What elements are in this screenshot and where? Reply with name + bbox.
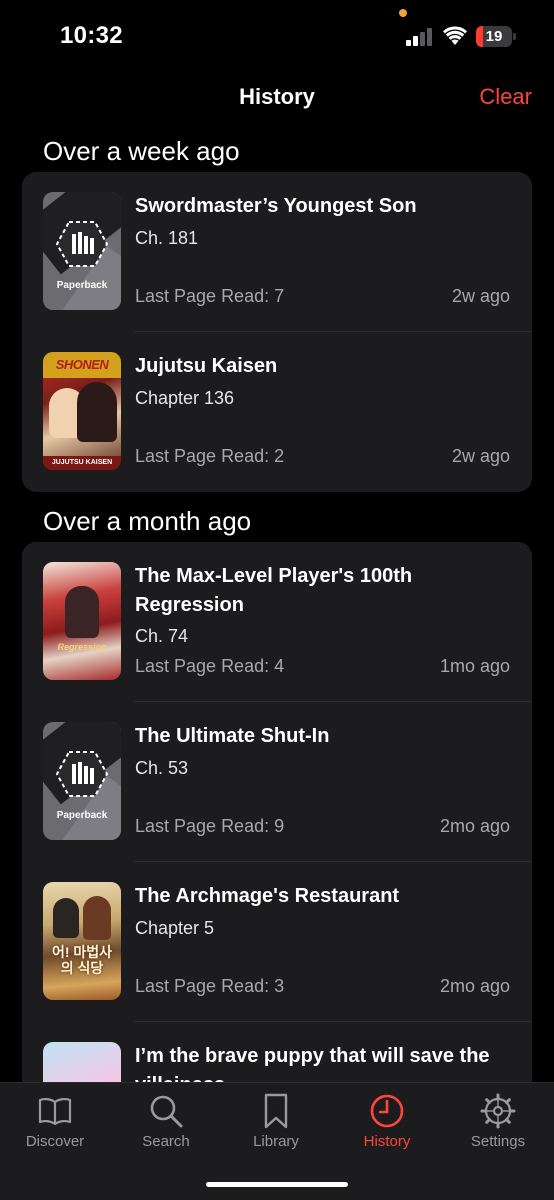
paperback-placeholder-cover: Paperback [43,722,121,840]
history-card-week: Paperback Swordmaster’s Youngest Son Ch.… [22,172,532,492]
history-item[interactable]: Paperback The Ultimate Shut-In Ch. 53 La… [22,702,532,862]
history-card-month: Regression The Max-Level Player's 100th … [22,542,532,1102]
battery-icon: 19 [476,26,516,47]
status-bar: 10:32 19 [0,0,554,70]
tab-label: Discover [25,1133,85,1150]
tab-label: Library [253,1133,299,1150]
chapter-label: Ch. 74 [135,626,189,646]
tab-search[interactable]: Search [111,1083,221,1163]
chapter-label: Chapter 136 [135,388,235,408]
history-item[interactable]: 어! 마법사의 식당 The Archmage's Restaurant Cha… [22,862,532,1022]
status-time: 10:32 [60,22,123,49]
battery-level: 19 [485,28,503,45]
section-header-week: Over a week ago [43,136,240,166]
tab-label: Settings [470,1133,526,1150]
last-page-read: Last Page Read: 7 [135,286,285,306]
paperback-placeholder-cover: Paperback [43,192,121,310]
clock-icon [370,1094,404,1128]
manga-title: The Archmage's Restaurant [135,885,400,907]
paperback-logo-icon [56,221,108,267]
tab-settings[interactable]: Settings [443,1083,553,1163]
time-ago: 2mo ago [439,976,510,996]
cover-title-text: 어! 마법사의 식당 [51,944,113,976]
time-ago: 2mo ago [439,816,510,836]
history-item[interactable]: SHONEN JUJUTSU KAISEN Jujutsu Kaisen Cha… [22,332,532,492]
max-level-player-cover: Regression [43,562,121,680]
home-indicator[interactable] [206,1182,348,1187]
privacy-indicator-dot [399,9,407,17]
clear-button[interactable]: Clear [479,84,532,110]
tab-history[interactable]: History [332,1083,442,1163]
manga-title: Swordmaster’s Youngest Son [135,195,417,217]
history-item[interactable]: Regression The Max-Level Player's 100th … [22,542,532,702]
book-open-icon [38,1097,72,1126]
wifi-icon [443,26,467,45]
gear-icon [480,1093,516,1129]
jujutsu-kaisen-cover: SHONEN JUJUTSU KAISEN [43,352,121,470]
last-page-read: Last Page Read: 9 [135,816,285,836]
tab-label: History [363,1133,411,1150]
chapter-label: Chapter 5 [135,918,215,938]
tab-discover[interactable]: Discover [0,1083,110,1163]
manga-title: The Max-Level Player's 100th Regression [135,565,413,616]
placeholder-label: Paperback [56,810,108,821]
time-ago: 2w ago [451,446,510,466]
paperback-logo-icon [56,751,108,797]
tab-label: Search [142,1133,190,1150]
cover-bottom-text: JUJUTSU KAISEN [43,456,121,470]
manga-title: The Ultimate Shut-In [135,725,330,747]
time-ago: 1mo ago [439,656,510,676]
last-page-read: Last Page Read: 3 [135,976,285,996]
history-item[interactable]: Paperback Swordmaster’s Youngest Son Ch.… [22,172,532,332]
section-header-month: Over a month ago [43,506,252,536]
manga-title: Jujutsu Kaisen [135,355,278,377]
archmage-restaurant-cover: 어! 마법사의 식당 [43,882,121,1000]
signal-icon [406,28,434,46]
last-page-read: Last Page Read: 4 [135,656,285,676]
cover-top-text: SHONEN [43,352,121,378]
page-title: History [239,84,315,109]
search-icon [150,1095,183,1128]
last-page-read: Last Page Read: 2 [135,446,285,466]
time-ago: 2w ago [451,286,510,306]
chapter-label: Ch. 53 [135,758,189,778]
tab-library[interactable]: Library [221,1083,331,1163]
chapter-label: Ch. 181 [135,228,199,248]
cover-title-text: Regression [57,642,107,652]
bookmark-icon [264,1093,288,1129]
placeholder-label: Paperback [56,280,108,291]
